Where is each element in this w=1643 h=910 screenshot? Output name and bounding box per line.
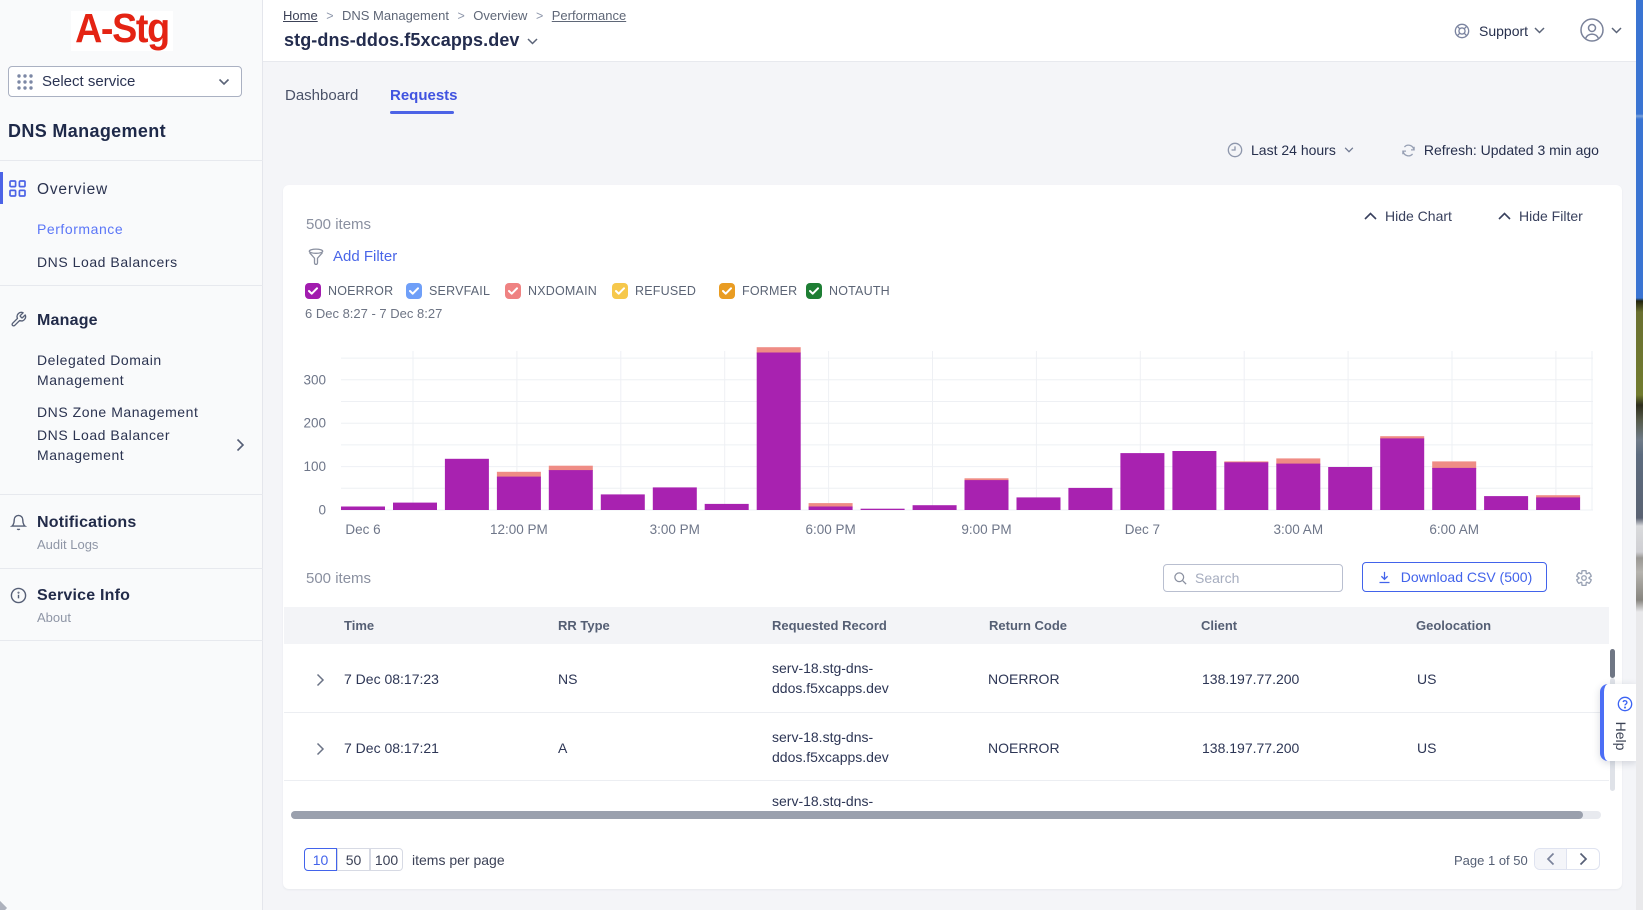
svg-text:6:00 PM: 6:00 PM bbox=[805, 522, 855, 537]
svg-text:100: 100 bbox=[303, 459, 326, 474]
svg-text:9:00 PM: 9:00 PM bbox=[961, 522, 1011, 537]
svg-text:0: 0 bbox=[318, 503, 326, 518]
svg-text:3:00 PM: 3:00 PM bbox=[650, 522, 700, 537]
svg-text:Dec 7: Dec 7 bbox=[1125, 522, 1160, 537]
svg-text:300: 300 bbox=[303, 372, 326, 387]
svg-text:Dec 6: Dec 6 bbox=[345, 522, 380, 537]
svg-text:12:00 PM: 12:00 PM bbox=[490, 522, 548, 537]
svg-text:6:00 AM: 6:00 AM bbox=[1429, 522, 1479, 537]
svg-text:200: 200 bbox=[303, 416, 326, 431]
svg-text:3:00 AM: 3:00 AM bbox=[1274, 522, 1324, 537]
